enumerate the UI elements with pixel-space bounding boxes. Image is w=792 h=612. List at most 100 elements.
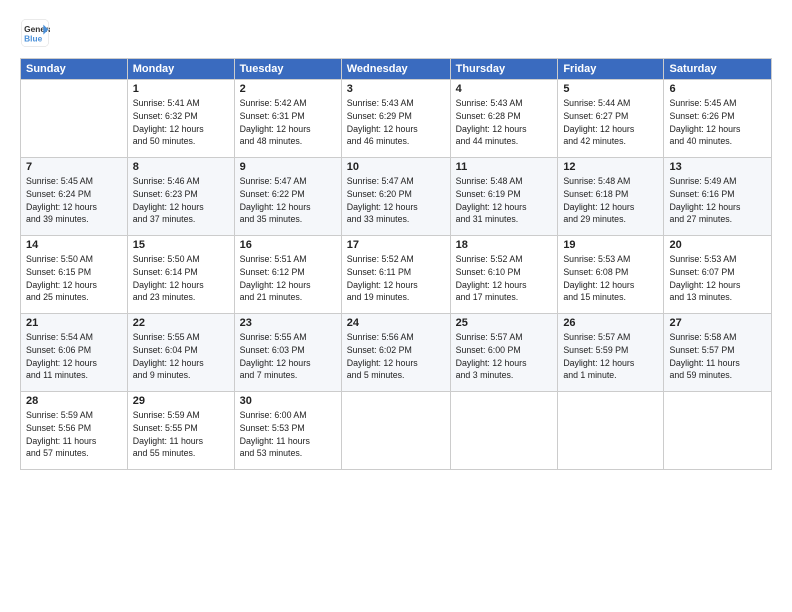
- calendar-cell: 22 Sunrise: 5:55 AM Sunset: 6:04 PM Dayli…: [127, 314, 234, 392]
- calendar-cell: 5Sunrise: 5:44 AM Sunset: 6:27 PM Daylig…: [558, 80, 664, 158]
- day-info: Sunrise: 5:47 AM Sunset: 6:22 PM Dayligh…: [240, 175, 336, 226]
- calendar-cell: 11 Sunrise: 5:48 AM Sunset: 6:19 PM Dayli…: [450, 158, 558, 236]
- day-number: 19: [563, 239, 658, 251]
- logo-icon: General Blue: [20, 18, 50, 48]
- calendar-cell: 6 Sunrise: 5:45 AM Sunset: 6:26 PM Daylig…: [664, 80, 772, 158]
- calendar-cell: 18 Sunrise: 5:52 AM Sunset: 6:10 PM Dayli…: [450, 236, 558, 314]
- day-info: Sunrise: 5:57 AM Sunset: 5:59 PM Dayligh…: [563, 331, 658, 382]
- calendar-cell: 27 Sunrise: 5:58 AM Sunset: 5:57 PM Dayli…: [664, 314, 772, 392]
- day-info: Sunrise: 5:56 AM Sunset: 6:02 PM Dayligh…: [347, 331, 445, 382]
- day-info: Sunrise: 5:55 AM Sunset: 6:04 PM Dayligh…: [133, 331, 229, 382]
- day-number: 13: [669, 161, 766, 173]
- calendar-cell: 14 Sunrise: 5:50 AM Sunset: 6:15 PM Dayli…: [21, 236, 128, 314]
- logo: General Blue: [20, 18, 50, 48]
- calendar-cell: 26 Sunrise: 5:57 AM Sunset: 5:59 PM Dayli…: [558, 314, 664, 392]
- day-info: Sunrise: 5:53 AM Sunset: 6:08 PM Dayligh…: [563, 253, 658, 304]
- calendar-cell: [450, 392, 558, 470]
- day-number: 21: [26, 317, 122, 329]
- day-info: Sunrise: 6:00 AM Sunset: 5:53 PM Dayligh…: [240, 409, 336, 460]
- calendar-cell: 10 Sunrise: 5:47 AM Sunset: 6:20 PM Dayli…: [341, 158, 450, 236]
- day-number: 7: [26, 161, 122, 173]
- page: General Blue SundayMondayTuesdayWednesda…: [0, 0, 792, 612]
- day-info: Sunrise: 5:48 AM Sunset: 6:18 PM Dayligh…: [563, 175, 658, 226]
- calendar-cell: 28 Sunrise: 5:59 AM Sunset: 5:56 PM Dayli…: [21, 392, 128, 470]
- calendar-table: SundayMondayTuesdayWednesdayThursdayFrid…: [20, 58, 772, 470]
- calendar-cell: 17 Sunrise: 5:52 AM Sunset: 6:11 PM Dayli…: [341, 236, 450, 314]
- calendar-cell: 30 Sunrise: 6:00 AM Sunset: 5:53 PM Dayli…: [234, 392, 341, 470]
- day-info: Sunrise: 5:52 AM Sunset: 6:11 PM Dayligh…: [347, 253, 445, 304]
- calendar-cell: 9 Sunrise: 5:47 AM Sunset: 6:22 PM Daylig…: [234, 158, 341, 236]
- day-info: Sunrise: 5:47 AM Sunset: 6:20 PM Dayligh…: [347, 175, 445, 226]
- day-number: 20: [669, 239, 766, 251]
- day-number: 17: [347, 239, 445, 251]
- day-number: 26: [563, 317, 658, 329]
- day-number: 9: [240, 161, 336, 173]
- calendar-cell: [664, 392, 772, 470]
- calendar-cell: 29 Sunrise: 5:59 AM Sunset: 5:55 PM Dayli…: [127, 392, 234, 470]
- day-info: Sunrise: 5:59 AM Sunset: 5:56 PM Dayligh…: [26, 409, 122, 460]
- day-info: Sunrise: 5:45 AM Sunset: 6:26 PM Dayligh…: [669, 97, 766, 148]
- day-info: Sunrise: 5:44 AM Sunset: 6:27 PM Dayligh…: [563, 97, 658, 148]
- day-number: 29: [133, 395, 229, 407]
- day-number: 11: [456, 161, 553, 173]
- day-info: Sunrise: 5:52 AM Sunset: 6:10 PM Dayligh…: [456, 253, 553, 304]
- weekday-header-wednesday: Wednesday: [341, 59, 450, 80]
- calendar-cell: 21 Sunrise: 5:54 AM Sunset: 6:06 PM Dayli…: [21, 314, 128, 392]
- calendar-cell: 4Sunrise: 5:43 AM Sunset: 6:28 PM Daylig…: [450, 80, 558, 158]
- weekday-header-saturday: Saturday: [664, 59, 772, 80]
- day-number: 25: [456, 317, 553, 329]
- day-number: 6: [669, 83, 766, 95]
- day-number: 18: [456, 239, 553, 251]
- day-info: Sunrise: 5:58 AM Sunset: 5:57 PM Dayligh…: [669, 331, 766, 382]
- day-info: Sunrise: 5:55 AM Sunset: 6:03 PM Dayligh…: [240, 331, 336, 382]
- weekday-header-tuesday: Tuesday: [234, 59, 341, 80]
- day-number: 3: [347, 83, 445, 95]
- day-info: Sunrise: 5:53 AM Sunset: 6:07 PM Dayligh…: [669, 253, 766, 304]
- calendar-cell: 24 Sunrise: 5:56 AM Sunset: 6:02 PM Dayli…: [341, 314, 450, 392]
- day-info: Sunrise: 5:51 AM Sunset: 6:12 PM Dayligh…: [240, 253, 336, 304]
- day-number: 12: [563, 161, 658, 173]
- calendar-cell: 7 Sunrise: 5:45 AM Sunset: 6:24 PM Daylig…: [21, 158, 128, 236]
- svg-text:Blue: Blue: [24, 33, 42, 43]
- header: General Blue: [20, 18, 772, 48]
- weekday-header-sunday: Sunday: [21, 59, 128, 80]
- calendar-cell: 1Sunrise: 5:41 AM Sunset: 6:32 PM Daylig…: [127, 80, 234, 158]
- calendar-cell: 16 Sunrise: 5:51 AM Sunset: 6:12 PM Dayli…: [234, 236, 341, 314]
- day-number: 16: [240, 239, 336, 251]
- day-info: Sunrise: 5:50 AM Sunset: 6:15 PM Dayligh…: [26, 253, 122, 304]
- day-info: Sunrise: 5:57 AM Sunset: 6:00 PM Dayligh…: [456, 331, 553, 382]
- calendar-cell: 2Sunrise: 5:42 AM Sunset: 6:31 PM Daylig…: [234, 80, 341, 158]
- day-number: 2: [240, 83, 336, 95]
- day-number: 22: [133, 317, 229, 329]
- calendar-cell: [21, 80, 128, 158]
- calendar-cell: 15 Sunrise: 5:50 AM Sunset: 6:14 PM Dayli…: [127, 236, 234, 314]
- calendar-cell: [341, 392, 450, 470]
- calendar-cell: 3 Sunrise: 5:43 AM Sunset: 6:29 PM Daylig…: [341, 80, 450, 158]
- day-number: 23: [240, 317, 336, 329]
- weekday-header-friday: Friday: [558, 59, 664, 80]
- day-info: Sunrise: 5:50 AM Sunset: 6:14 PM Dayligh…: [133, 253, 229, 304]
- calendar-cell: [558, 392, 664, 470]
- day-number: 15: [133, 239, 229, 251]
- calendar-cell: 25 Sunrise: 5:57 AM Sunset: 6:00 PM Dayli…: [450, 314, 558, 392]
- day-info: Sunrise: 5:48 AM Sunset: 6:19 PM Dayligh…: [456, 175, 553, 226]
- day-info: Sunrise: 5:54 AM Sunset: 6:06 PM Dayligh…: [26, 331, 122, 382]
- weekday-header-thursday: Thursday: [450, 59, 558, 80]
- calendar-cell: 13 Sunrise: 5:49 AM Sunset: 6:16 PM Dayli…: [664, 158, 772, 236]
- day-info: Sunrise: 5:41 AM Sunset: 6:32 PM Dayligh…: [133, 97, 229, 148]
- calendar-cell: 23 Sunrise: 5:55 AM Sunset: 6:03 PM Dayli…: [234, 314, 341, 392]
- calendar-cell: 12 Sunrise: 5:48 AM Sunset: 6:18 PM Dayli…: [558, 158, 664, 236]
- day-number: 10: [347, 161, 445, 173]
- day-number: 27: [669, 317, 766, 329]
- day-number: 28: [26, 395, 122, 407]
- day-info: Sunrise: 5:49 AM Sunset: 6:16 PM Dayligh…: [669, 175, 766, 226]
- day-number: 24: [347, 317, 445, 329]
- day-info: Sunrise: 5:43 AM Sunset: 6:29 PM Dayligh…: [347, 97, 445, 148]
- calendar-cell: 20 Sunrise: 5:53 AM Sunset: 6:07 PM Dayli…: [664, 236, 772, 314]
- day-number: 14: [26, 239, 122, 251]
- calendar-cell: 8Sunrise: 5:46 AM Sunset: 6:23 PM Daylig…: [127, 158, 234, 236]
- day-number: 30: [240, 395, 336, 407]
- day-info: Sunrise: 5:59 AM Sunset: 5:55 PM Dayligh…: [133, 409, 229, 460]
- day-info: Sunrise: 5:45 AM Sunset: 6:24 PM Dayligh…: [26, 175, 122, 226]
- day-info: Sunrise: 5:43 AM Sunset: 6:28 PM Dayligh…: [456, 97, 553, 148]
